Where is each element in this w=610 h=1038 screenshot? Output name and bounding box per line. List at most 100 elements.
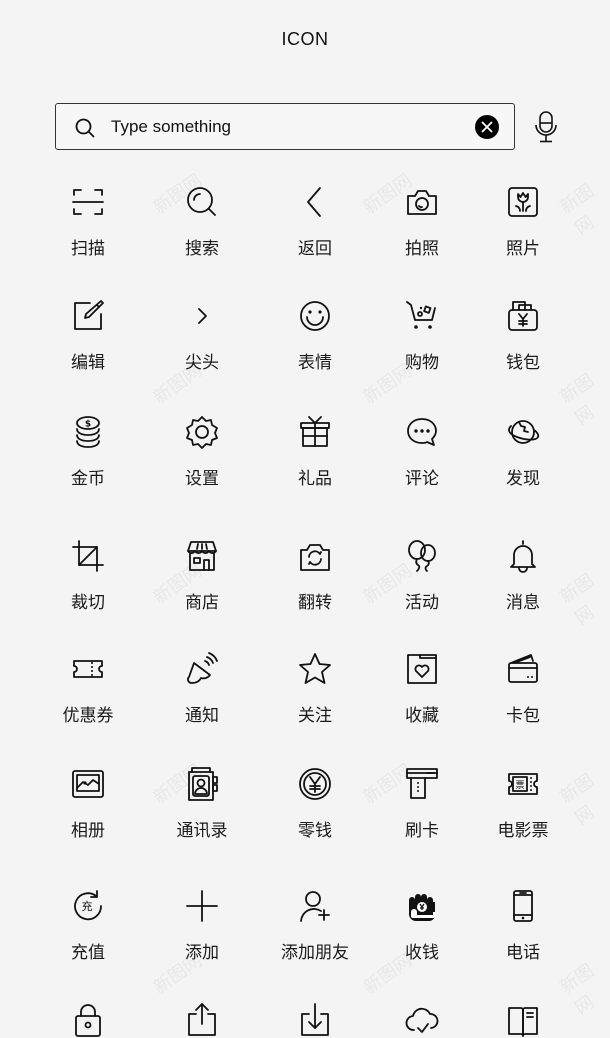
icon-tile-store[interactable]: 商店 bbox=[142, 538, 262, 613]
icon-tile-planet[interactable]: 发现 bbox=[463, 414, 583, 489]
card-swipe-icon bbox=[406, 768, 438, 799]
icon-tile-flip-camera[interactable]: 翻转 bbox=[255, 538, 375, 613]
icon-label: 添加朋友 bbox=[281, 943, 349, 963]
coins-icon: $ bbox=[76, 416, 100, 448]
icon-tile-coupon[interactable]: 优惠券 bbox=[28, 651, 148, 726]
icon-tile-bell[interactable]: 消息 bbox=[463, 538, 583, 613]
icon-tile-contacts[interactable]: 通讯录 bbox=[142, 766, 262, 841]
icon-tile-book[interactable] bbox=[463, 1002, 583, 1038]
edit-icon bbox=[74, 300, 104, 330]
search-icon bbox=[75, 118, 95, 138]
icon-tile-card-wallet[interactable]: 卡包 bbox=[463, 651, 583, 726]
icon-label: 金币 bbox=[71, 469, 105, 489]
icon-tile-upload[interactable] bbox=[142, 1002, 262, 1038]
add-friend-icon bbox=[300, 891, 330, 922]
icon-tile-movie-ticket[interactable]: 票电影票 bbox=[463, 766, 583, 841]
photo-icon bbox=[508, 187, 538, 217]
icon-label: 搜索 bbox=[185, 239, 219, 259]
icon-tile-lock[interactable] bbox=[28, 1002, 148, 1038]
scan-icon bbox=[72, 189, 104, 215]
gear-icon bbox=[186, 416, 218, 449]
upload-icon bbox=[188, 1003, 216, 1036]
recharge-icon: 充 bbox=[74, 890, 102, 921]
clear-button[interactable] bbox=[475, 115, 499, 139]
icon-tile-download[interactable] bbox=[255, 1002, 375, 1038]
icon-tile-photo[interactable]: 照片 bbox=[463, 184, 583, 259]
search-bar bbox=[55, 103, 515, 150]
icon-label: 优惠券 bbox=[62, 706, 114, 726]
icon-tile-edit[interactable]: 编辑 bbox=[28, 298, 148, 373]
smile-icon bbox=[300, 301, 330, 331]
icon-tile-yuan-coin[interactable]: 零钱 bbox=[255, 766, 375, 841]
icon-label: 电影票 bbox=[497, 821, 549, 841]
wallet-icon bbox=[508, 301, 538, 331]
icon-label: 扫描 bbox=[71, 239, 105, 259]
icon-tile-album[interactable]: 相册 bbox=[28, 766, 148, 841]
icon-label: 编辑 bbox=[71, 353, 105, 373]
notification-icon bbox=[187, 652, 218, 684]
icon-label: 裁切 bbox=[71, 593, 105, 613]
chevron-left-icon bbox=[307, 187, 321, 217]
star-icon bbox=[299, 653, 331, 684]
receive-money-icon bbox=[409, 894, 435, 921]
icon-tile-recharge[interactable]: 充充值 bbox=[28, 888, 148, 963]
download-icon bbox=[301, 1003, 329, 1036]
favorite-folder-icon bbox=[407, 654, 437, 684]
icon-tile-wallet[interactable]: 钱包 bbox=[463, 298, 583, 373]
gift-icon bbox=[300, 416, 330, 447]
icon-tile-gear[interactable]: 设置 bbox=[142, 414, 262, 489]
icon-label: 发现 bbox=[506, 469, 540, 489]
icon-tile-notification[interactable]: 通知 bbox=[142, 651, 262, 726]
album-icon bbox=[72, 770, 104, 798]
coupon-icon bbox=[73, 660, 103, 678]
search-input[interactable] bbox=[111, 114, 511, 140]
contacts-icon bbox=[188, 767, 218, 801]
icon-label: 卡包 bbox=[506, 706, 540, 726]
icon-tile-smile[interactable]: 表情 bbox=[255, 298, 375, 373]
icon-tile-gift[interactable]: 礼品 bbox=[255, 414, 375, 489]
plus-icon bbox=[186, 890, 218, 922]
microphone-icon[interactable] bbox=[534, 111, 558, 143]
svg-text:$: $ bbox=[85, 420, 91, 430]
icon-tile-scan[interactable]: 扫描 bbox=[28, 184, 148, 259]
icon-label: 返回 bbox=[298, 239, 332, 259]
camera-icon bbox=[407, 190, 437, 215]
svg-text:充: 充 bbox=[82, 899, 93, 913]
icon-label: 商店 bbox=[185, 593, 219, 613]
cart-icon bbox=[406, 301, 436, 329]
planet-icon bbox=[508, 420, 540, 444]
close-icon bbox=[481, 121, 493, 133]
icon-tile-plus[interactable]: 添加 bbox=[142, 888, 262, 963]
icon-label: 通讯录 bbox=[176, 821, 228, 841]
icon-tile-phone[interactable]: 电话 bbox=[463, 888, 583, 963]
chevron-right-icon bbox=[198, 308, 207, 324]
icon-tile-chevron-right[interactable]: 尖头 bbox=[142, 298, 262, 373]
comment-icon bbox=[407, 418, 437, 446]
icon-label: 添加 bbox=[185, 943, 219, 963]
page-title: ICON bbox=[281, 29, 329, 49]
icon-tile-coins[interactable]: $ 金币 bbox=[28, 414, 148, 489]
icon-tile-chevron-left[interactable]: 返回 bbox=[255, 184, 375, 259]
icon-tile-search[interactable]: 搜索 bbox=[142, 184, 262, 259]
icon-label: 尖头 bbox=[185, 353, 219, 373]
book-icon bbox=[508, 1007, 538, 1037]
icon-label: 通知 bbox=[185, 706, 219, 726]
flip-camera-icon bbox=[300, 544, 330, 571]
icon-tile-crop[interactable]: 裁切 bbox=[28, 538, 148, 613]
icon-label: 钱包 bbox=[506, 353, 540, 373]
svg-text:票: 票 bbox=[515, 780, 524, 791]
balloons-icon bbox=[408, 540, 436, 572]
icon-label: 电话 bbox=[506, 943, 540, 963]
lock-icon bbox=[75, 1004, 101, 1037]
icon-label: 消息 bbox=[506, 593, 540, 613]
icon-label: 照片 bbox=[506, 239, 540, 259]
store-icon bbox=[187, 541, 217, 571]
icon-tile-star[interactable]: 关注 bbox=[255, 651, 375, 726]
yuan-coin-icon bbox=[299, 768, 331, 800]
icon-tile-add-friend[interactable]: 添加朋友 bbox=[255, 888, 375, 963]
icon-label: 表情 bbox=[298, 353, 332, 373]
icon-label: 零钱 bbox=[298, 821, 332, 841]
icon-label: 设置 bbox=[185, 469, 219, 489]
crop-icon bbox=[72, 540, 104, 572]
icon-label: 充值 bbox=[71, 943, 105, 963]
